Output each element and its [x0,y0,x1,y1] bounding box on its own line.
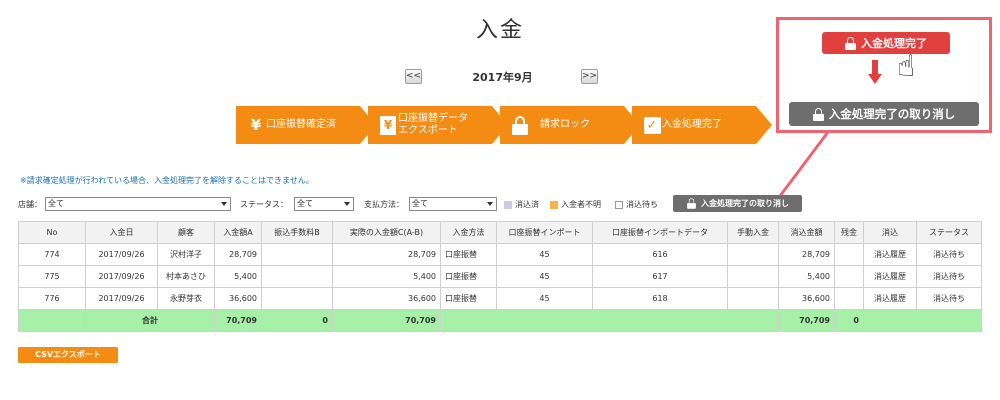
payment-method: 口座振替 [440,265,497,288]
transfer-import-link[interactable]: 45 [496,243,593,266]
transfer-import-data: 616 [592,243,728,266]
total-fee-b: 0 [261,309,333,332]
payment-date: 2017/09/26 [85,243,158,266]
fee-b [261,243,333,266]
csv-export-button[interactable]: CSVエクスポート [18,347,118,363]
clearing-history-link[interactable]: 消込履歴 [863,287,917,310]
cancel-payment-complete-button[interactable]: 入金処理完了の取り消し [789,102,979,126]
payment-date: 2017/09/26 [85,287,158,310]
transfer-import-data: 618 [592,287,728,310]
payment-method-label: 支払方法： [364,200,404,209]
lock-icon [845,36,856,50]
unlock-icon [687,198,696,209]
arrow-down-icon [868,60,882,88]
store-select[interactable]: 全て [45,197,231,211]
total-amount-a: 70,709 [214,309,262,332]
column-header[interactable]: 入金日 [85,221,158,244]
chevron-down-icon [221,202,227,206]
total-spacer [863,309,982,332]
actual-amount-c: 5,400 [332,265,441,288]
total-actual-amount-c: 70,709 [332,309,441,332]
table-row: 776 2017/09/26 永野芽衣 36,600 36,600 口座振替 4… [18,287,982,310]
row-number-link[interactable]: 774 [18,243,86,266]
column-header[interactable]: 実際の入金額C(A-B) [332,221,441,244]
status-text: 消込待ち [916,287,982,310]
status-label: ステータス： [240,200,288,209]
cleared-amount: 5,400 [778,265,835,288]
notice-text: ※請求確定処理が行われている場合、入金処理完了を解除することはできません。 [20,176,314,185]
table-total-row: 合計 70,709 0 70,709 70,709 0 [18,309,982,332]
payment-method-select[interactable]: 全て [409,197,497,211]
store-label: 店舗： [18,200,42,209]
payment-date: 2017/09/26 [85,265,158,288]
status-text: 消込待ち [916,265,982,288]
payment-method: 口座振替 [440,243,497,266]
payment-complete-label: 入金処理完了 [861,37,927,50]
balance [834,243,864,266]
table-row: 775 2017/09/26 村本あさひ 5,400 5,400 口座振替 45… [18,265,982,288]
amount-a: 5,400 [214,265,262,288]
cleared-amount: 28,709 [778,243,835,266]
clearing-history-link[interactable]: 消込履歴 [863,265,917,288]
total-balance: 0 [834,309,864,332]
transfer-import-data: 617 [592,265,728,288]
payment-method: 口座振替 [440,287,497,310]
cancel-payment-complete-toolbar-button[interactable]: 入金処理完了の取り消し [673,195,802,212]
manual-payment [727,265,779,288]
chevron-down-icon [487,202,493,206]
column-header[interactable]: 消込金額 [778,221,835,244]
manual-payment [727,243,779,266]
clearing-history-link[interactable]: 消込履歴 [863,243,917,266]
column-header[interactable]: 入金額A [214,221,262,244]
table-header-row: No 入金日 顧客 入金額A 振込手数料B 実際の入金額C(A-B) 入金方法 … [18,221,982,244]
column-header[interactable]: 振込手数料B [261,221,333,244]
column-header[interactable]: 顧客 [157,221,215,244]
column-header[interactable]: 残金 [834,221,864,244]
callout-box: 入金処理完了 ☝ 入金処理完了の取り消し [776,17,992,133]
actual-amount-c: 36,600 [332,287,441,310]
transfer-import-link[interactable]: 45 [496,287,593,310]
total-spacer [18,309,86,332]
fee-b [261,287,333,310]
total-cleared-amount: 70,709 [778,309,835,332]
total-spacer [440,309,779,332]
customer-link[interactable]: 沢村洋子 [157,243,215,266]
status-select[interactable]: 全て [294,197,354,211]
amount-a: 36,600 [214,287,262,310]
balance [834,287,864,310]
manual-payment [727,287,779,310]
chevron-down-icon [344,202,350,206]
status-text: 消込待ち [916,243,982,266]
unlock-icon [812,107,824,121]
column-header[interactable]: 消込 [863,221,917,244]
legend-cleared: 消込済 [504,199,539,210]
legend-unknown-payer: 入金者不明 [550,199,601,210]
column-header[interactable]: 口座振替インポート [496,221,593,244]
column-header[interactable]: No [18,221,86,244]
column-header[interactable]: 入金方法 [440,221,497,244]
row-number-link[interactable]: 776 [18,287,86,310]
payment-complete-button[interactable]: 入金処理完了 [822,32,950,54]
payments-table: No 入金日 顧客 入金額A 振込手数料B 実際の入金額C(A-B) 入金方法 … [18,221,982,332]
cleared-amount: 36,600 [778,287,835,310]
table-row: 774 2017/09/26 沢村洋子 28,709 28,709 口座振替 4… [18,243,982,266]
column-header[interactable]: ステータス [916,221,982,244]
column-header[interactable]: 口座振替インポートデータ [592,221,728,244]
customer-link[interactable]: 永野芽衣 [157,287,215,310]
legend-pending: 消込待ち [615,199,658,210]
balance [834,265,864,288]
row-number-link[interactable]: 775 [18,265,86,288]
transfer-import-link[interactable]: 45 [496,265,593,288]
actual-amount-c: 28,709 [332,243,441,266]
column-header[interactable]: 手動入金 [727,221,779,244]
total-label: 合計 [85,309,215,332]
filter-bar: 店舗： 全て ステータス： 全て 支払方法： 全て 消込済 入金者不明 消込待ち… [18,195,808,212]
customer-link[interactable]: 村本あさひ [157,265,215,288]
cancel-payment-complete-label: 入金処理完了の取り消し [828,107,956,121]
fee-b [261,265,333,288]
amount-a: 28,709 [214,243,262,266]
hand-pointer-icon: ☝ [897,49,916,84]
